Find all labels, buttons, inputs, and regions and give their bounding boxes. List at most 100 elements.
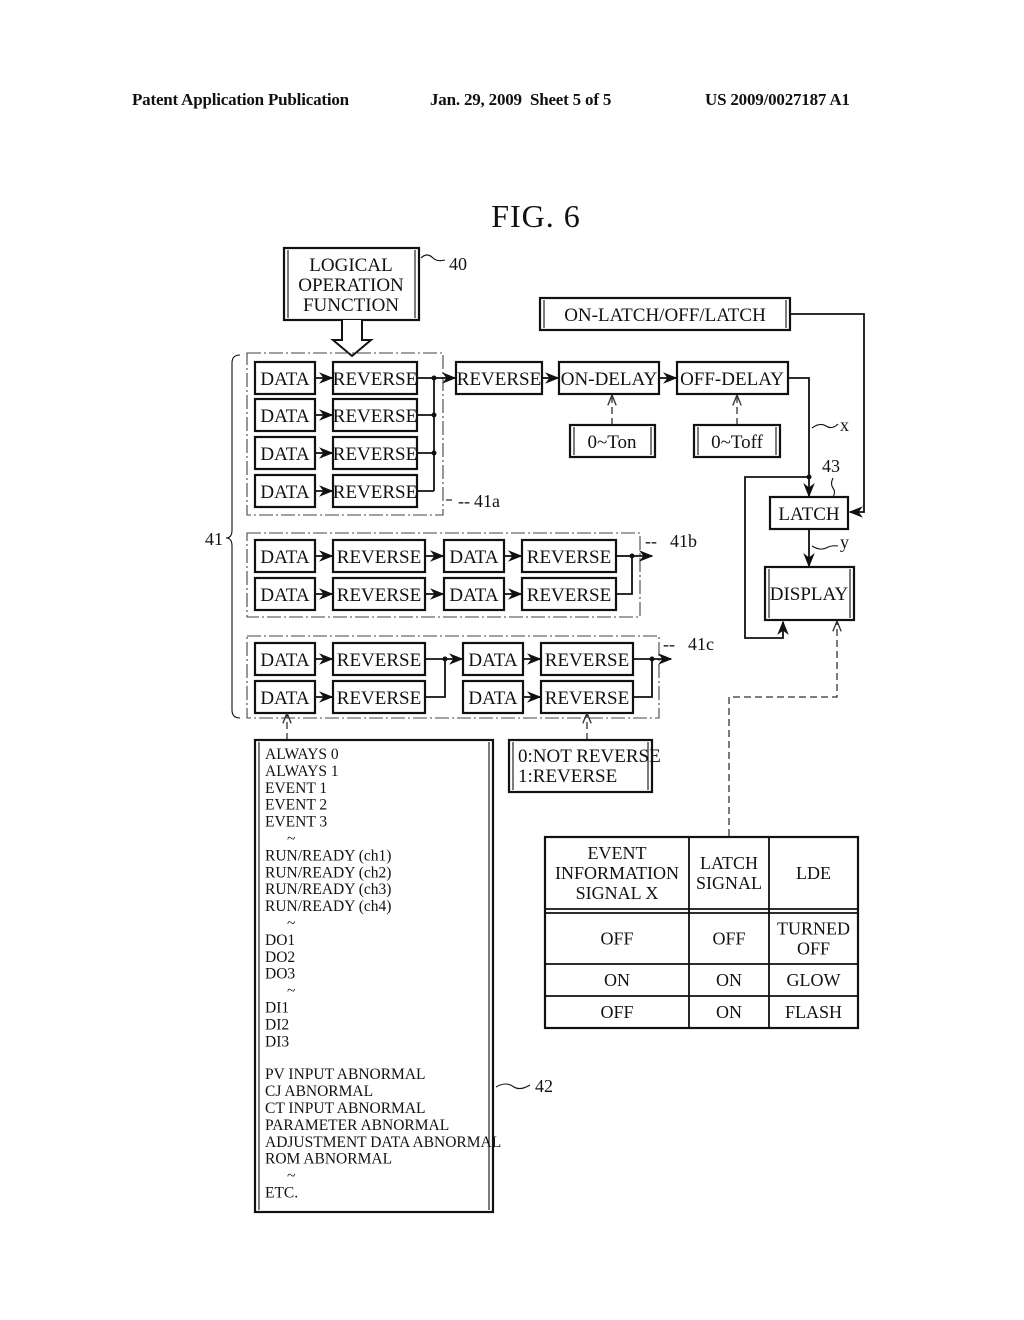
ref-43: 43 <box>822 456 840 476</box>
source-list-item: DO3 <box>265 966 295 983</box>
source-list-item: CT INPUT ABNORMAL <box>265 1100 425 1117</box>
ref-41a: 41a <box>474 491 500 511</box>
table-to-display-dashed-line <box>728 622 837 836</box>
display-block: DISPLAY <box>763 565 856 622</box>
source-list-item: DI2 <box>265 1016 289 1033</box>
svg-text:REVERSE: REVERSE <box>337 585 421 606</box>
ref-leader-x <box>811 423 839 429</box>
source-list-item: ADJUSTMENT DATA ABNORMAL <box>265 1134 501 1151</box>
ref-leader-y <box>811 545 839 550</box>
source-list-item: DI3 <box>265 1033 289 1050</box>
source-list-item: DO1 <box>265 932 295 949</box>
reverse-block: REVERSE <box>331 641 427 677</box>
reverse-block: REVERSE <box>331 576 427 612</box>
data-block: DATA <box>253 397 317 433</box>
svg-text:DISPLAY: DISPLAY <box>770 584 849 605</box>
table-cell: ON <box>604 970 630 990</box>
svg-text:DATA: DATA <box>260 650 309 671</box>
reverse-block: REVERSE <box>520 538 618 574</box>
svg-text:DATA: DATA <box>468 650 517 671</box>
table-cell: OFF <box>600 1002 633 1022</box>
table-cell: FLASH <box>785 1002 842 1022</box>
svg-text:ON-DELAY: ON-DELAY <box>561 369 658 390</box>
table-header-cell: LDE <box>796 863 831 883</box>
block-diagram: LOGICAL OPERATION FUNCTION 40 ON-LATCH/O… <box>205 246 865 1214</box>
bus-line <box>633 659 653 698</box>
data-block: DATA <box>442 538 506 574</box>
reverse-block: REVERSE <box>331 397 419 433</box>
data-block: DATA <box>253 473 317 509</box>
svg-text:DATA: DATA <box>260 547 309 568</box>
ref-42: 42 <box>535 1076 553 1096</box>
svg-text:REVERSE: REVERSE <box>337 547 421 568</box>
svg-text:DATA: DATA <box>260 688 309 709</box>
svg-text:REVERSE: REVERSE <box>337 650 421 671</box>
ref-40: 40 <box>449 254 467 274</box>
svg-text:REVERSE: REVERSE <box>527 585 611 606</box>
source-list-item: RUN/READY (ch2) <box>265 864 391 881</box>
off-delay-block: OFF-DELAY <box>675 360 790 396</box>
svg-text:0~Ton: 0~Ton <box>587 432 637 453</box>
svg-text:DATA: DATA <box>260 406 309 427</box>
bus-line <box>616 556 633 595</box>
svg-text:OFF-DELAY: OFF-DELAY <box>680 369 784 390</box>
truth-table: EVENTINFORMATIONSIGNAL X LATCHSIGNAL LDE OF… <box>543 835 860 1030</box>
bus-line <box>425 659 446 698</box>
source-list-item: PV INPUT ABNORMAL <box>265 1066 426 1083</box>
table-cell: ON <box>716 1002 742 1022</box>
data-block: DATA <box>461 679 525 715</box>
svg-text:REVERSE: REVERSE <box>545 688 629 709</box>
reverse-block: REVERSE <box>539 641 635 677</box>
reverse-select-1: 1:REVERSE <box>518 766 617 787</box>
reverse-block: REVERSE <box>331 435 419 471</box>
source-list-item: PARAMETER ABNORMAL <box>265 1117 449 1134</box>
table-cell: ON <box>716 970 742 990</box>
svg-text:DATA: DATA <box>260 482 309 503</box>
source-list-item: ~ <box>287 1168 295 1185</box>
on-delay-block: ON-DELAY <box>557 360 661 396</box>
toff-block: 0~Toff <box>692 423 782 459</box>
signal-x-label: x <box>840 415 849 435</box>
source-list-item: ALWAYS 0 <box>265 746 339 763</box>
svg-text:DATA: DATA <box>449 547 498 568</box>
source-list-item: EVENT 3 <box>265 814 327 831</box>
svg-text:REVERSE: REVERSE <box>333 406 417 427</box>
source-list-item: CJ ABNORMAL <box>265 1083 373 1100</box>
mode-select-label: ON-LATCH/OFF/LATCH <box>564 305 766 326</box>
reverse-select-0: 0:NOT REVERSE <box>518 746 661 767</box>
data-block: DATA <box>442 576 506 612</box>
source-list-block: ALWAYS 0ALWAYS 1EVENT 1EVENT 2EVENT 3~RU… <box>253 738 501 1214</box>
data-block: DATA <box>461 641 525 677</box>
source-list-item: ROM ABNORMAL <box>265 1151 392 1168</box>
mode-select-block: ON-LATCH/OFF/LATCH <box>538 296 792 332</box>
data-block: DATA <box>253 360 317 396</box>
svg-text:DATA: DATA <box>260 585 309 606</box>
reverse-block: REVERSE <box>454 360 544 396</box>
reverse-block: REVERSE <box>331 473 419 509</box>
source-list-item: DO2 <box>265 949 295 966</box>
svg-text:REVERSE: REVERSE <box>337 688 421 709</box>
reverse-block: REVERSE <box>331 679 427 715</box>
mode-to-latch-line <box>790 313 865 518</box>
ref-leader-42 <box>495 1083 531 1090</box>
group-41-brace <box>225 354 241 719</box>
source-list-item: ~ <box>287 983 295 1000</box>
ref-41b-dash: -- <box>645 531 657 551</box>
table-header-cell: SIGNAL <box>696 873 762 893</box>
logical-op-line-3: FUNCTION <box>303 295 399 316</box>
table-cell: OFF <box>712 929 745 949</box>
ton-block: 0~Ton <box>568 423 657 459</box>
logical-op-line-1: LOGICAL <box>309 255 392 276</box>
svg-text:REVERSE: REVERSE <box>527 547 611 568</box>
svg-text:REVERSE: REVERSE <box>333 444 417 465</box>
table-cell: TURNED <box>777 919 850 939</box>
reverse-block: REVERSE <box>520 576 618 612</box>
source-list-item: EVENT 2 <box>265 797 327 814</box>
x-signal-line <box>788 377 815 498</box>
data-block: DATA <box>253 679 317 715</box>
table-header-cell: EVENT <box>588 843 647 863</box>
svg-text:REVERSE: REVERSE <box>457 369 541 390</box>
reverse-select-block: 0:NOT REVERSE 1:REVERSE <box>507 738 661 794</box>
data-block: DATA <box>253 576 317 612</box>
table-header-cell: SIGNAL X <box>576 883 659 903</box>
